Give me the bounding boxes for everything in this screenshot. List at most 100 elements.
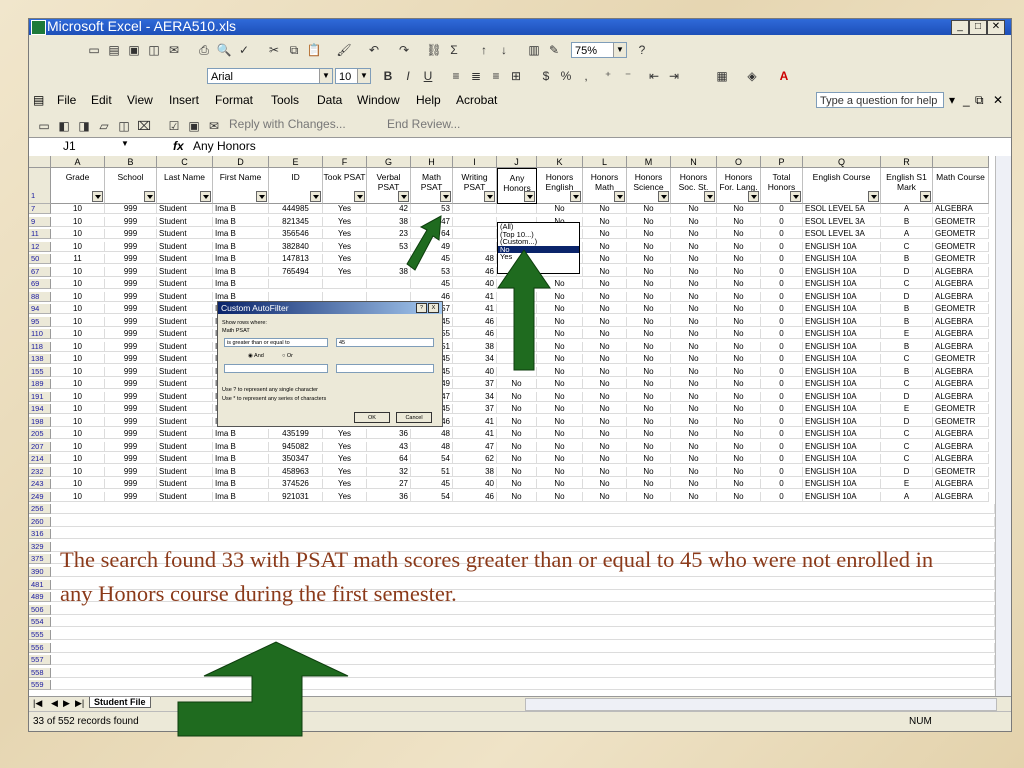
next-sheet-icon[interactable]: ▶ xyxy=(63,698,70,709)
table-cell[interactable]: ESOL LEVEL 3A xyxy=(803,229,881,239)
format-painter-icon[interactable]: 🖌 xyxy=(335,41,353,59)
autofilter-dropdown-button[interactable] xyxy=(256,191,267,202)
table-cell[interactable]: D xyxy=(881,291,933,302)
table-cell[interactable]: No xyxy=(583,404,627,414)
table-cell[interactable]: No xyxy=(627,391,671,402)
row-number[interactable]: 155 xyxy=(29,366,51,377)
table-cell[interactable]: Ima B xyxy=(213,291,269,302)
sheet-tab-student-file[interactable]: Student File xyxy=(89,697,151,708)
align-right-icon[interactable]: ≡ xyxy=(487,67,505,85)
table-cell[interactable]: 999 xyxy=(105,454,157,464)
next-comment-icon[interactable]: ◨ xyxy=(75,117,93,135)
comma-icon[interactable]: , xyxy=(577,67,595,85)
table-cell[interactable]: No xyxy=(717,441,761,452)
table-cell[interactable]: Student xyxy=(157,454,213,464)
table-cell[interactable]: Ima B xyxy=(213,429,269,439)
table-cell[interactable]: Student xyxy=(157,329,213,339)
table-cell[interactable]: No xyxy=(717,341,761,352)
table-cell[interactable]: 999 xyxy=(105,329,157,339)
table-cell[interactable]: No xyxy=(537,466,583,477)
table-cell[interactable]: 374526 xyxy=(269,479,323,489)
table-cell[interactable]: 444985 xyxy=(269,204,323,214)
table-cell[interactable]: B xyxy=(881,254,933,264)
table-cell[interactable]: Student xyxy=(157,391,213,402)
table-cell[interactable]: 11 xyxy=(51,254,105,264)
sort-ascending-icon[interactable]: ↑ xyxy=(475,41,493,59)
table-cell[interactable]: Student xyxy=(157,466,213,477)
table-cell[interactable]: 999 xyxy=(105,491,157,502)
align-center-icon[interactable]: ≣ xyxy=(467,67,485,85)
row-number[interactable]: 11 xyxy=(29,229,51,239)
table-cell[interactable] xyxy=(453,204,497,214)
send-icon[interactable]: ✉ xyxy=(205,117,223,135)
table-cell[interactable]: No xyxy=(627,266,671,277)
table-cell[interactable]: 999 xyxy=(105,266,157,277)
table-cell[interactable]: 10 xyxy=(51,366,105,377)
table-cell[interactable]: No xyxy=(583,279,627,289)
table-cell[interactable]: 999 xyxy=(105,416,157,427)
menu-insert[interactable]: Insert xyxy=(169,93,199,107)
table-cell[interactable]: Yes xyxy=(323,241,367,252)
table-cell[interactable]: No xyxy=(717,354,761,364)
table-cell[interactable]: No xyxy=(671,466,717,477)
table-cell[interactable]: E xyxy=(881,329,933,339)
table-cell[interactable]: ENGLISH 10A xyxy=(803,404,881,414)
column-header-m[interactable]: M xyxy=(627,156,671,168)
table-cell[interactable]: 34 xyxy=(453,391,497,402)
row-number[interactable]: 375 xyxy=(29,554,51,565)
table-cell[interactable]: ENGLISH 10A xyxy=(803,341,881,352)
horizontal-scrollbar[interactable] xyxy=(525,698,997,711)
first-sheet-icon[interactable]: |◀ xyxy=(33,698,42,709)
underline-icon[interactable]: U xyxy=(419,67,437,85)
row-number[interactable]: 67 xyxy=(29,266,51,277)
paste-icon[interactable]: 📋 xyxy=(305,41,323,59)
row-number[interactable]: 9 xyxy=(29,216,51,227)
table-cell[interactable]: ENGLISH 10A xyxy=(803,254,881,264)
table-cell[interactable]: 10 xyxy=(51,229,105,239)
table-cell[interactable]: 42 xyxy=(367,204,411,214)
column-header-l[interactable]: L xyxy=(583,156,627,168)
table-cell[interactable]: 10 xyxy=(51,329,105,339)
column-header-p[interactable]: P xyxy=(761,156,803,168)
row-number[interactable]: 118 xyxy=(29,341,51,352)
table-cell[interactable]: No xyxy=(583,466,627,477)
row-number[interactable]: 191 xyxy=(29,391,51,402)
table-cell[interactable]: 382840 xyxy=(269,241,323,252)
column-header-k[interactable]: K xyxy=(537,156,583,168)
menu-file[interactable]: File xyxy=(57,93,76,107)
table-cell[interactable]: 0 xyxy=(761,391,803,402)
row-number[interactable]: 555 xyxy=(29,630,51,640)
table-cell[interactable]: Yes xyxy=(323,466,367,477)
show-comment-icon[interactable]: ▱ xyxy=(95,117,113,135)
row-number[interactable]: 232 xyxy=(29,466,51,477)
table-cell[interactable]: No xyxy=(537,454,583,464)
table-cell[interactable]: ALGEBRA xyxy=(933,316,989,327)
table-cell[interactable]: No xyxy=(583,254,627,264)
row-number[interactable]: 329 xyxy=(29,541,51,552)
table-cell[interactable]: C xyxy=(881,279,933,289)
table-cell[interactable]: Ima B xyxy=(213,216,269,227)
help-question-input[interactable]: Type a question for help xyxy=(816,92,944,108)
table-cell[interactable]: No xyxy=(627,366,671,377)
table-cell[interactable]: 46 xyxy=(453,316,497,327)
table-cell[interactable]: GEOMETR xyxy=(933,466,989,477)
menu-edit[interactable]: Edit xyxy=(91,93,112,107)
chart-wizard-icon[interactable]: ▥ xyxy=(525,41,543,59)
table-cell[interactable]: No xyxy=(537,441,583,452)
table-cell[interactable]: No xyxy=(583,491,627,502)
table-cell[interactable]: No xyxy=(583,391,627,402)
new-comment-icon[interactable]: ▭ xyxy=(35,117,53,135)
table-cell[interactable]: 45 xyxy=(411,279,453,289)
table-cell[interactable]: 46 xyxy=(411,291,453,302)
table-cell[interactable]: No xyxy=(717,241,761,252)
email-icon[interactable]: ✉ xyxy=(165,41,183,59)
print-preview-icon[interactable]: 🔍 xyxy=(215,41,233,59)
table-cell[interactable]: No xyxy=(497,404,537,414)
operator-select-2[interactable] xyxy=(224,364,328,373)
row-number[interactable]: 7 xyxy=(29,204,51,214)
table-cell[interactable]: No xyxy=(717,429,761,439)
table-cell[interactable]: No xyxy=(671,279,717,289)
table-cell[interactable]: Student xyxy=(157,416,213,427)
table-cell[interactable]: 147813 xyxy=(269,254,323,264)
maximize-button[interactable]: □ xyxy=(969,20,987,35)
